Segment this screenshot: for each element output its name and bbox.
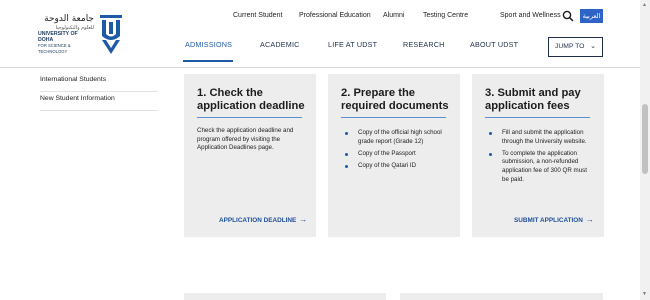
header-divider: [0, 67, 640, 68]
jump-to-dropdown[interactable]: JUMP TO ⌄: [548, 37, 603, 57]
jump-to-label: JUMP TO: [555, 43, 585, 50]
link-label: APPLICATION DEADLINE: [219, 217, 297, 224]
step-card-divider: [341, 117, 446, 118]
scroll-down-arrow-icon[interactable]: ▼: [642, 291, 647, 297]
sidebar-item-label: New Student Information: [40, 95, 115, 102]
active-nav-indicator: [183, 60, 233, 62]
document-list: Copy of the official high school grade r…: [345, 129, 449, 174]
arrow-right-icon: →: [299, 215, 308, 224]
list-item: To complete the application submission, …: [489, 150, 593, 184]
main-nav-academic[interactable]: ACADEMIC: [260, 40, 300, 49]
sidebar-item-new-student-information[interactable]: New Student Information: [40, 95, 158, 111]
sidebar-item-label: International Students: [40, 76, 107, 83]
top-nav-professional-education[interactable]: Professional Education: [299, 12, 371, 19]
list-item: Copy of the Qatari ID: [345, 162, 449, 171]
list-item: Copy of the official high school grade r…: [345, 129, 449, 146]
main-nav-life-at-udst[interactable]: LIFE AT UDST: [328, 40, 377, 49]
scroll-up-arrow-icon[interactable]: ▲: [642, 2, 647, 8]
top-nav-current-student[interactable]: Current Student: [233, 12, 282, 19]
main-nav-research[interactable]: RESEARCH: [403, 40, 445, 49]
step-card-title: 2. Prepare the required documents: [341, 87, 449, 112]
step-card-submit: 3. Submit and pay application fees Fill …: [472, 74, 604, 237]
main-nav-about-udst[interactable]: ABOUT UDST: [470, 40, 518, 49]
chevron-down-icon: ⌄: [590, 43, 596, 50]
top-nav-testing-centre[interactable]: Testing Centre: [423, 12, 468, 19]
scrollbar-thumb[interactable]: [642, 104, 648, 174]
sidebar-item-international-students[interactable]: International Students: [40, 76, 158, 92]
site-header: جامعة الدوحة للعلوم والتكنولوجيا UNIVERS…: [0, 0, 640, 68]
submission-steps-list: Fill and submit the application through …: [489, 129, 593, 188]
list-item: Fill and submit the application through …: [489, 129, 593, 146]
step-card-title: 3. Submit and pay application fees: [485, 87, 581, 112]
application-deadline-link[interactable]: APPLICATION DEADLINE →: [219, 215, 307, 224]
step-card-deadline: 1. Check the application deadline Check …: [184, 74, 316, 237]
link-label: SUBMIT APPLICATION: [514, 217, 583, 224]
arrow-right-icon: →: [585, 215, 594, 224]
submit-application-link[interactable]: SUBMIT APPLICATION →: [514, 215, 594, 224]
step-card-divider: [485, 117, 590, 118]
main-nav-admissions[interactable]: ADMISSIONS: [185, 40, 232, 49]
utility-nav: Current Student Professional Education A…: [0, 12, 640, 24]
step-card-title: 1. Check the application deadline: [197, 87, 305, 112]
step-card-body: Check the application deadline and progr…: [197, 127, 294, 152]
top-nav-alumni[interactable]: Alumni: [383, 12, 404, 19]
content-card-partial: [400, 293, 603, 300]
main-nav: ADMISSIONS ACADEMIC LIFE AT UDST RESEARC…: [0, 40, 640, 52]
content-card-partial: [184, 293, 386, 300]
top-nav-sport-and-wellness[interactable]: Sport and Wellness: [500, 12, 561, 19]
search-icon[interactable]: [562, 10, 574, 22]
step-card-divider: [197, 117, 302, 118]
language-switch-button[interactable]: العربية: [580, 9, 603, 23]
list-item: Copy of the Passport: [345, 150, 449, 159]
step-card-documents: 2. Prepare the required documents Copy o…: [328, 74, 460, 237]
